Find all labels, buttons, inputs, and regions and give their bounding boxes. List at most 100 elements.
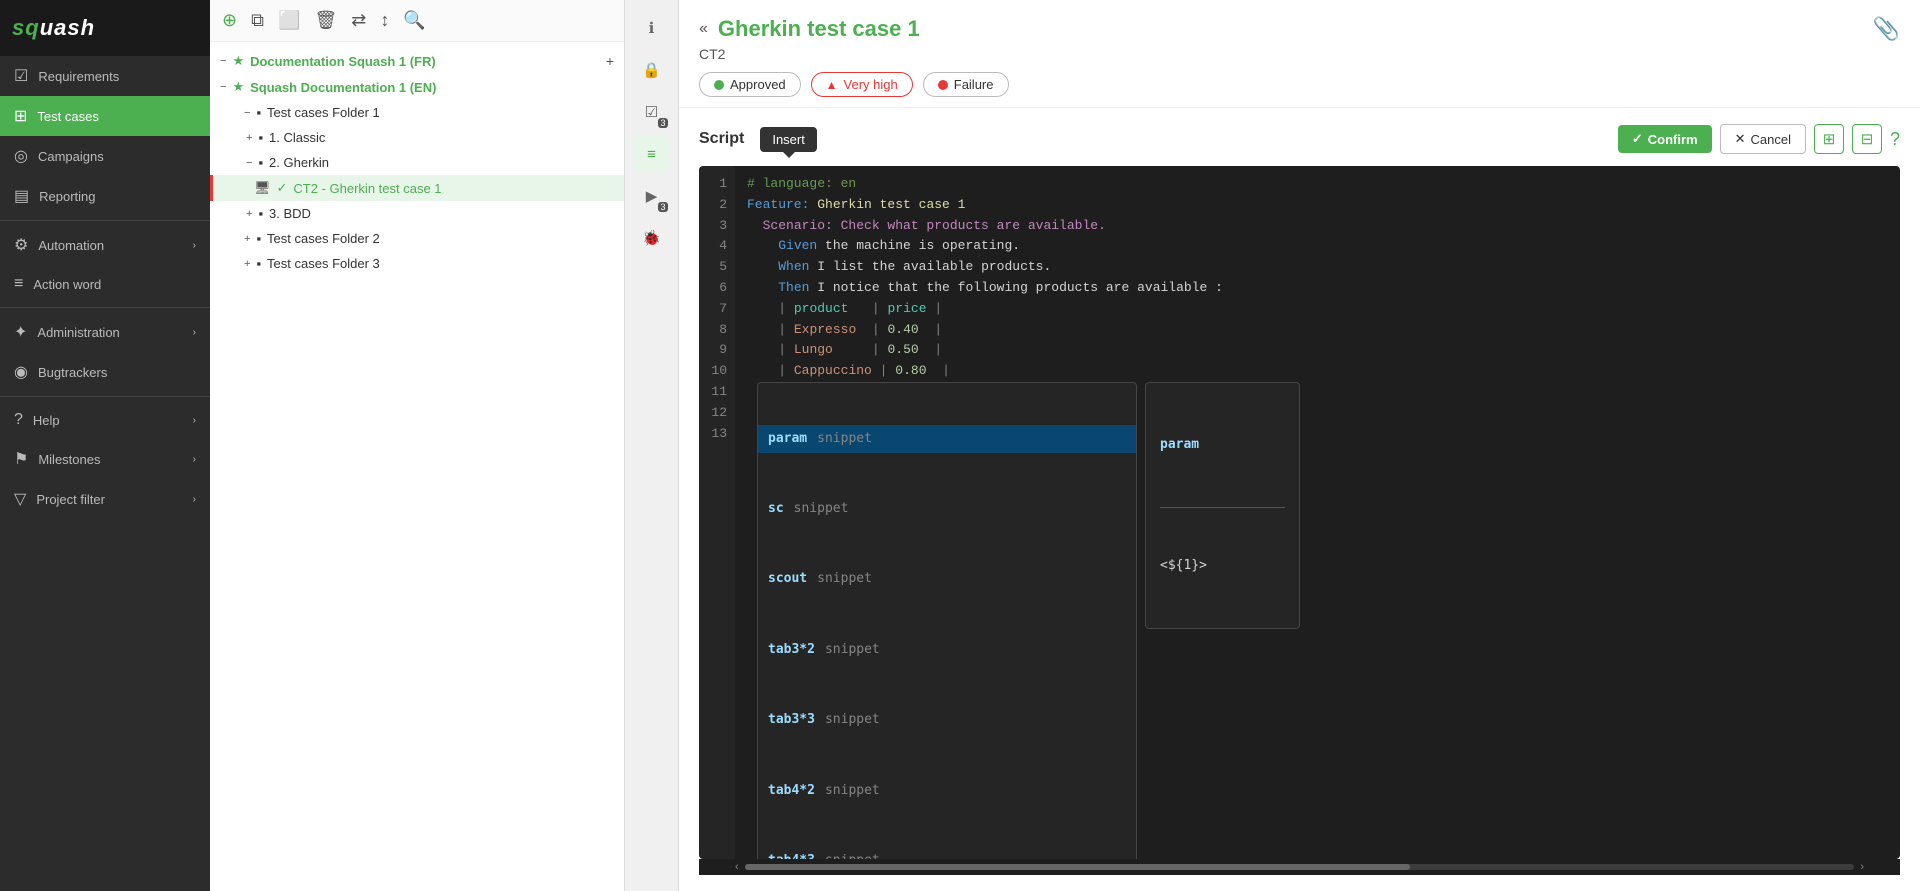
page-title: Gherkin test case 1: [718, 16, 920, 42]
detail-icon-play[interactable]: ▶ 3: [634, 178, 670, 214]
autocomplete-item-tab4x3[interactable]: tab4*3 snippet: [758, 847, 1136, 859]
sidebar-item-label: Requirements: [38, 69, 119, 84]
subfolder-bdd[interactable]: + ▪ 3. BDD: [210, 201, 624, 226]
bug-icon: 🐞: [642, 229, 661, 247]
script-area: Script Insert ✓ Confirm ✕ Cancel ⊞: [679, 108, 1920, 891]
subfolder-gherkin[interactable]: − ▪ 2. Gherkin: [210, 150, 624, 175]
code-editor[interactable]: 1 2 3 4 5 6 7 8 9 10 11 12 13: [699, 166, 1900, 859]
expand-icon: +: [244, 233, 250, 245]
folder-test-cases-3[interactable]: + ▪ Test cases Folder 3: [210, 251, 624, 276]
line-numbers: 1 2 3 4 5 6 7 8 9 10 11 12 13: [699, 166, 735, 859]
autocomplete-item-tab3x2[interactable]: tab3*2 snippet: [758, 636, 1136, 665]
detail-icon-lock[interactable]: 🔒: [634, 52, 670, 88]
subfolder-name: 2. Gherkin: [269, 155, 329, 170]
sidebar-item-campaigns[interactable]: ◎ Campaigns: [0, 136, 210, 176]
code-line: | Cappuccino | 0.80 |: [747, 361, 1888, 382]
test-case-name: CT2 - Gherkin test case 1: [293, 181, 441, 196]
sidebar-item-label: Campaigns: [38, 149, 104, 164]
chevron-right-icon: ›: [193, 454, 196, 465]
delete-icon[interactable]: 🗑: [314, 10, 337, 31]
snippet-icon: ⊞: [1823, 130, 1836, 148]
cancel-button[interactable]: ✕ Cancel: [1720, 124, 1806, 154]
tree-item-ct2[interactable]: 🖥 ✓ CT2 - Gherkin test case 1: [210, 175, 624, 201]
project-row[interactable]: − ★ Documentation Squash 1 (FR) +: [210, 48, 624, 74]
ac-item-name: tab4*2: [768, 781, 815, 802]
code-line: # language: en: [747, 174, 1888, 195]
chevron-right-icon: ›: [193, 415, 196, 426]
test-cases-icon: ⊞: [14, 106, 27, 126]
copy-icon[interactable]: ⧉: [251, 10, 264, 31]
sidebar-item-milestones[interactable]: ⚑ Milestones ›: [0, 439, 210, 479]
sidebar-item-label: Administration: [37, 325, 119, 340]
sidebar-item-help[interactable]: ? Help ›: [0, 401, 210, 439]
code-content[interactable]: # language: en Feature: Gherkin test cas…: [735, 166, 1900, 859]
scroll-left-arrow[interactable]: ‹: [735, 861, 739, 873]
scroll-right-arrow[interactable]: ›: [1860, 861, 1864, 873]
collapse-panel-button[interactable]: «: [699, 20, 708, 38]
scrollbar-thumb[interactable]: [745, 864, 1411, 870]
scrollbar-track[interactable]: [745, 864, 1855, 870]
code-line: Scenario: Check what products are availa…: [747, 216, 1888, 237]
script-title: Script: [699, 130, 744, 148]
x-icon: ✕: [1735, 131, 1746, 147]
script-actions: ✓ Confirm ✕ Cancel ⊞ ⊟ ?: [1618, 124, 1900, 154]
sidebar-item-label: Project filter: [36, 492, 105, 507]
detail-icon-script[interactable]: ≡: [634, 136, 670, 172]
sidebar-item-test-cases[interactable]: ⊞ Test cases: [0, 96, 210, 136]
search-icon[interactable]: 🔍: [403, 10, 425, 31]
folder-icon: ▪: [258, 155, 263, 170]
expand-icon: +: [244, 258, 250, 270]
collapse-icon[interactable]: −: [220, 55, 226, 67]
reporting-icon: ▤: [14, 186, 29, 206]
ac-item-name: sc: [768, 499, 784, 520]
help-question-icon[interactable]: ?: [1890, 129, 1900, 150]
scrollbar-row: ‹ ›: [699, 859, 1900, 875]
subfolder-classic[interactable]: + ▪ 1. Classic: [210, 125, 624, 150]
sidebar-item-label: Automation: [38, 238, 104, 253]
project-row[interactable]: − ★ Squash Documentation 1 (EN): [210, 74, 624, 100]
status-tag[interactable]: Approved: [699, 72, 801, 97]
paste-icon[interactable]: ⬜: [278, 10, 300, 31]
result-tag[interactable]: Failure: [923, 72, 1009, 97]
folder-test-cases-2[interactable]: + ▪ Test cases Folder 2: [210, 226, 624, 251]
folder-test-cases-1[interactable]: − ▪ Test cases Folder 1: [210, 100, 624, 125]
sidebar-item-action-word[interactable]: ≡ Action word: [0, 265, 210, 303]
detail-icon-check[interactable]: ☑ 3: [634, 94, 670, 130]
sidebar-item-reporting[interactable]: ▤ Reporting: [0, 176, 210, 216]
sidebar-item-project-filter[interactable]: ▽ Project filter ›: [0, 479, 210, 519]
autocomplete-item-sc[interactable]: sc snippet: [758, 495, 1136, 524]
sidebar-item-bugtrackers[interactable]: ◉ Bugtrackers: [0, 352, 210, 392]
logo-text: squash: [12, 15, 95, 41]
autocomplete-item-param[interactable]: param snippet: [758, 425, 1136, 454]
expand-icon[interactable]: −: [220, 81, 226, 93]
add-icon[interactable]: ⊕: [222, 10, 237, 31]
priority-tag[interactable]: ▲ Very high: [811, 72, 913, 97]
detail-icon-info[interactable]: ℹ: [634, 10, 670, 46]
autocomplete-popup: param snippet sc snippet scout snippet: [757, 382, 1137, 859]
sidebar-item-automation[interactable]: ⚙ Automation ›: [0, 225, 210, 265]
tree-content: − ★ Documentation Squash 1 (FR) + − ★ Sq…: [210, 42, 624, 891]
automation-icon: ⚙: [14, 235, 28, 255]
sidebar-item-administration[interactable]: ✦ Administration ›: [0, 312, 210, 352]
check-list-icon: ☑: [645, 103, 658, 121]
insert-table-button[interactable]: ⊟: [1852, 124, 1882, 154]
insert-snippet-button[interactable]: ⊞: [1814, 124, 1844, 154]
sort-icon[interactable]: ↕: [380, 10, 389, 31]
campaigns-icon: ◎: [14, 146, 28, 166]
requirements-icon: ☑: [14, 66, 28, 86]
autocomplete-item-tab3x3[interactable]: tab3*3 snippet: [758, 706, 1136, 735]
logo: squash: [0, 0, 210, 56]
sidebar-item-requirements[interactable]: ☑ Requirements: [0, 56, 210, 96]
detail-icon-bug[interactable]: 🐞: [634, 220, 670, 256]
ac-item-name: scout: [768, 569, 807, 590]
autocomplete-item-tab4x2[interactable]: tab4*2 snippet: [758, 777, 1136, 806]
ac-item-name: tab4*3: [768, 851, 815, 859]
move-icon[interactable]: ⇄: [351, 10, 366, 31]
ac-item-kind: snippet: [825, 851, 880, 859]
confirm-button[interactable]: ✓ Confirm: [1618, 125, 1712, 153]
autocomplete-item-scout[interactable]: scout snippet: [758, 565, 1136, 594]
sidebar-item-label: Reporting: [39, 189, 95, 204]
attachment-icon[interactable]: 📎: [1873, 16, 1900, 42]
ac-item-name: tab3*3: [768, 710, 815, 731]
add-project-icon[interactable]: +: [606, 53, 614, 69]
